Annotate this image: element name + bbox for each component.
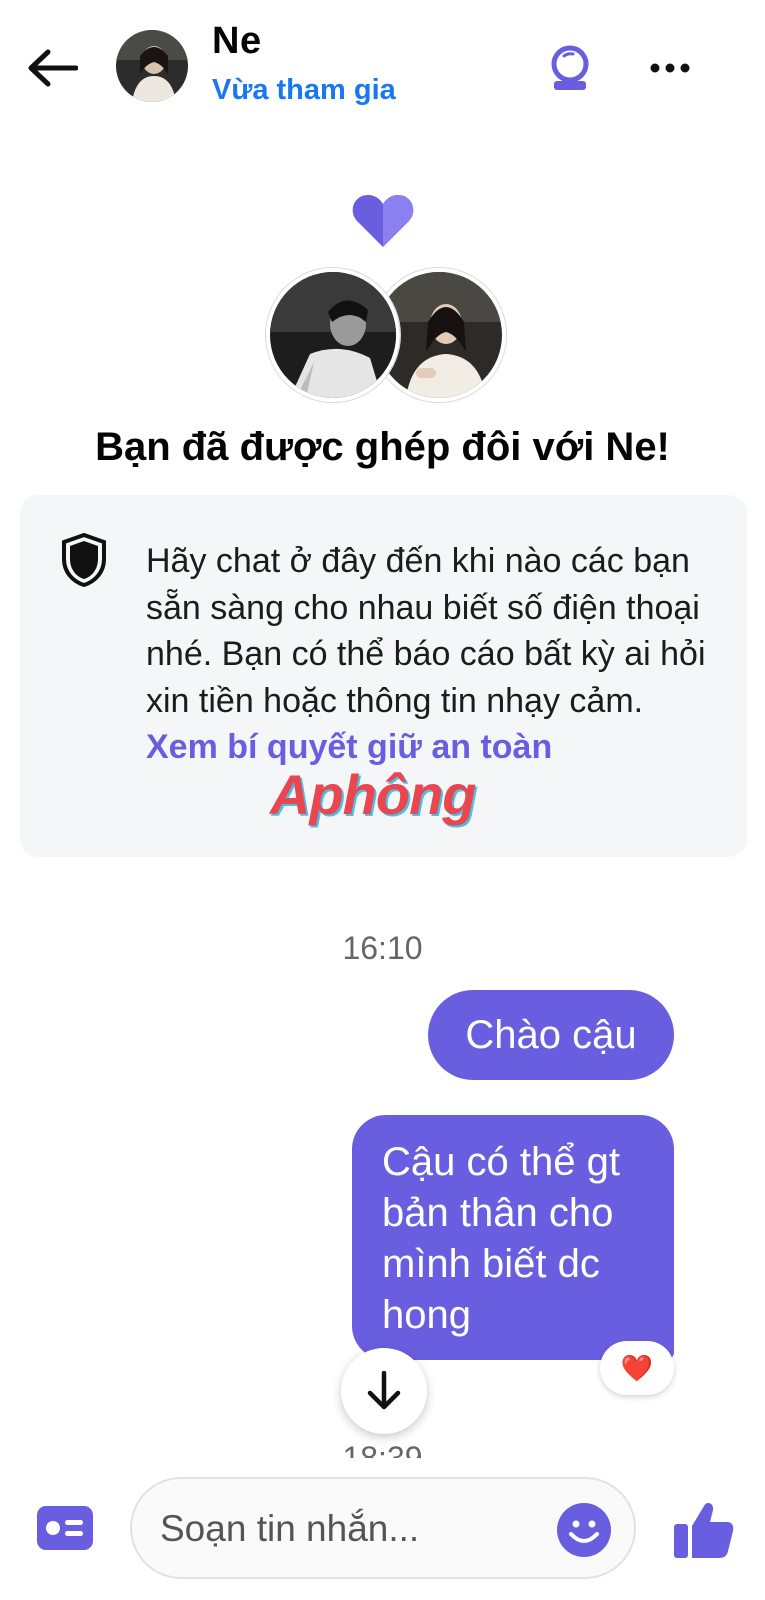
safety-message: Hãy chat ở đây đến khi nào các bạn sẵn s… — [146, 538, 716, 771]
heart-reaction[interactable]: ❤️ — [600, 1341, 674, 1395]
my-avatar — [266, 268, 400, 402]
crystal-ball-button[interactable] — [542, 40, 598, 96]
more-icon — [650, 63, 690, 73]
crystal-ball-icon — [551, 45, 589, 90]
shield-icon — [62, 533, 106, 587]
safety-text: Hãy chat ở đây đến khi nào các bạn sẵn s… — [146, 542, 706, 720]
message-input[interactable] — [158, 1497, 552, 1561]
safety-tips-link[interactable]: Xem bí quyết giữ an toàn — [146, 728, 552, 766]
back-arrow-icon — [28, 49, 78, 87]
sent-message-bubble[interactable]: Chào cậu — [428, 990, 674, 1080]
avatar[interactable] — [116, 30, 188, 102]
thumbs-up-icon[interactable] — [672, 1498, 734, 1560]
scroll-to-bottom-button[interactable] — [341, 1348, 427, 1434]
message-timestamp: 18:39 — [342, 1440, 423, 1458]
sent-message-bubble[interactable]: Cậu có thể gt bản thân cho mình biết dc … — [352, 1115, 674, 1360]
match-avatars — [266, 268, 506, 402]
heart-reaction-icon: ❤️ — [620, 1352, 654, 1383]
arrow-down-icon — [367, 1371, 401, 1410]
emoji-icon[interactable] — [556, 1502, 612, 1558]
more-options-button[interactable] — [640, 42, 700, 94]
profile-card-icon[interactable] — [36, 1505, 94, 1551]
contact-name: Ne — [212, 20, 262, 62]
match-title: Bạn đã được ghép đôi với Ne! — [95, 425, 670, 469]
heart-icon — [352, 195, 414, 247]
message-timestamp: 16:10 — [342, 930, 423, 966]
contact-status: Vừa tham gia — [212, 74, 396, 106]
back-button[interactable] — [22, 40, 82, 96]
